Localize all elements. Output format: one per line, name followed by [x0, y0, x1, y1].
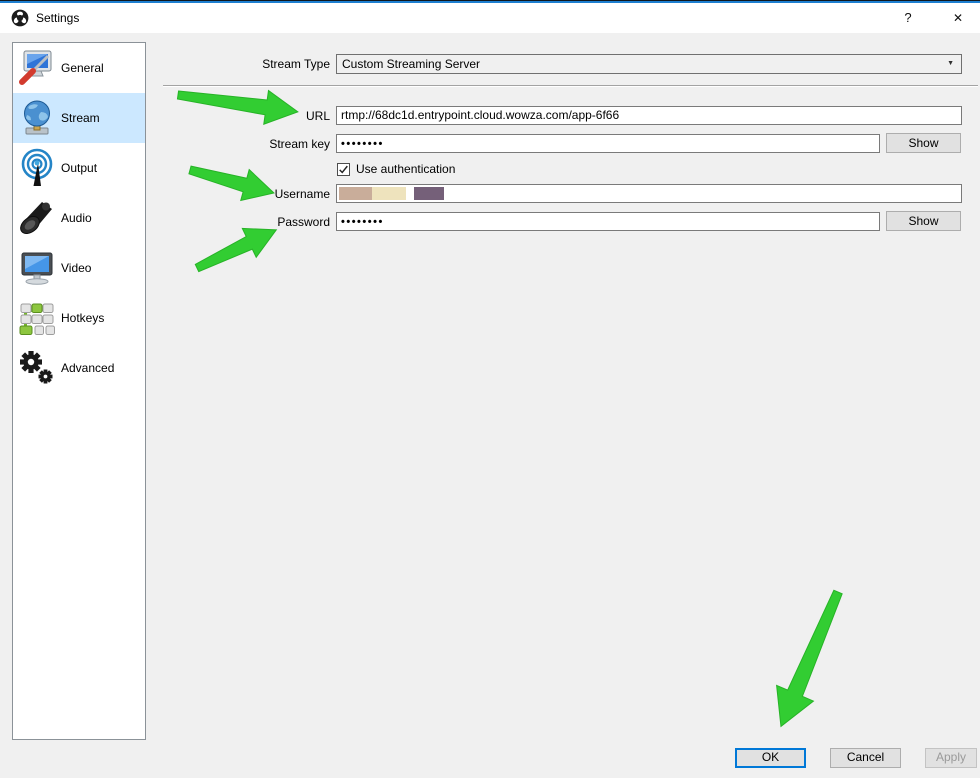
- sidebar-item-label: Advanced: [61, 361, 115, 375]
- chevron-down-icon: ▼: [947, 60, 954, 67]
- sidebar-item-hotkeys[interactable]: Hotkeys: [13, 293, 145, 343]
- stream-type-value: Custom Streaming Server: [342, 57, 481, 71]
- obs-logo-icon: [11, 9, 29, 27]
- stream-key-value: ••••••••: [341, 138, 384, 150]
- close-icon[interactable]: ✕: [936, 3, 980, 33]
- username-redaction-block: [372, 187, 406, 200]
- advanced-icon: [13, 348, 61, 388]
- ok-button[interactable]: OK: [735, 748, 806, 768]
- stream-key-show-button[interactable]: Show: [886, 133, 961, 153]
- video-icon: [13, 248, 61, 288]
- section-divider: [163, 85, 978, 86]
- use-authentication-checkbox[interactable]: [337, 163, 350, 176]
- password-label: Password: [277, 215, 330, 229]
- sidebar-item-label: General: [61, 61, 104, 75]
- stream-key-label: Stream key: [269, 137, 330, 151]
- general-icon: [13, 48, 61, 88]
- password-show-button[interactable]: Show: [886, 211, 961, 231]
- use-authentication-label: Use authentication: [356, 162, 456, 176]
- url-value: rtmp://68dc1d.entrypoint.cloud.wowza.com…: [341, 108, 620, 122]
- sidebar-item-label: Hotkeys: [61, 311, 105, 325]
- settings-window: Settings ? ✕ General Stream Output Audio…: [0, 0, 980, 778]
- cancel-button[interactable]: Cancel: [830, 748, 901, 768]
- stream-type-label: Stream Type: [262, 57, 330, 71]
- password-value: ••••••••: [341, 216, 384, 228]
- help-button[interactable]: ?: [886, 3, 930, 33]
- url-input[interactable]: rtmp://68dc1d.entrypoint.cloud.wowza.com…: [336, 106, 962, 125]
- username-label: Username: [274, 187, 330, 201]
- url-label: URL: [305, 109, 330, 123]
- arrow-to-ok: [776, 589, 843, 728]
- sidebar-item-stream[interactable]: Stream: [13, 93, 145, 143]
- settings-sidebar: General Stream Output Audio Video Hotkey…: [12, 42, 146, 740]
- sidebar-item-audio[interactable]: Audio: [13, 193, 145, 243]
- checkmark-icon: [339, 165, 348, 174]
- window-title: Settings: [36, 11, 80, 25]
- hotkeys-icon: [13, 298, 61, 338]
- sidebar-item-label: Output: [61, 161, 98, 175]
- sidebar-item-advanced[interactable]: Advanced: [13, 343, 145, 393]
- stream-icon: [13, 98, 61, 138]
- sidebar-item-label: Stream: [61, 111, 100, 125]
- apply-button[interactable]: Apply: [925, 748, 977, 768]
- title-bar: Settings ? ✕: [0, 3, 980, 33]
- output-icon: [13, 148, 61, 188]
- username-redaction-block: [339, 187, 372, 200]
- audio-icon: [13, 198, 61, 238]
- sidebar-item-label: Video: [61, 261, 92, 275]
- stream-key-input[interactable]: ••••••••: [336, 134, 880, 153]
- sidebar-item-general[interactable]: General: [13, 43, 145, 93]
- stream-type-dropdown[interactable]: Custom Streaming Server ▼: [336, 54, 962, 74]
- username-input[interactable]: [336, 184, 962, 203]
- sidebar-item-label: Audio: [61, 211, 92, 225]
- username-redaction-block: [414, 187, 444, 200]
- sidebar-item-output[interactable]: Output: [13, 143, 145, 193]
- sidebar-item-video[interactable]: Video: [13, 243, 145, 293]
- password-input[interactable]: ••••••••: [336, 212, 880, 231]
